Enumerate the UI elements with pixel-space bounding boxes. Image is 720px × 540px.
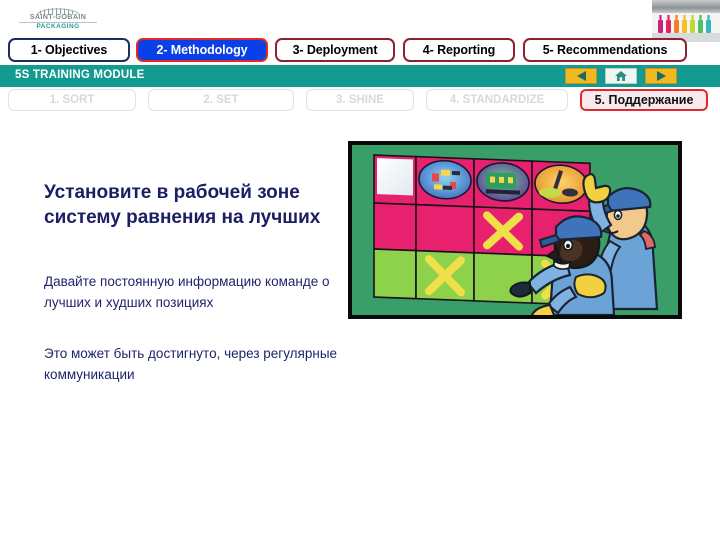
brand-logo: SAINT-GOBAIN PACKAGING	[10, 2, 106, 32]
arch-icon	[35, 3, 81, 15]
subtab-sustain[interactable]: 5. Поддержание	[580, 89, 708, 111]
module-title: 5S TRAINING MODULE	[15, 69, 145, 81]
tab-objectives[interactable]: 1- Objectives	[8, 38, 130, 62]
workers-at-scoreboard-illustration	[348, 141, 682, 319]
content-paragraph-2: Это может быть достигнуто, через регуляр…	[44, 346, 338, 382]
tab-recommendations[interactable]: 5- Recommendations	[523, 38, 687, 62]
subtab-standardize[interactable]: 4. STANDARDIZE	[426, 89, 568, 111]
subtab-set[interactable]: 2. SET	[148, 89, 294, 111]
content-heading: Установите в рабочей зоне систему равнен…	[44, 182, 321, 228]
subtab-shine[interactable]: 3. SHINE	[306, 89, 414, 111]
triangle-left-icon	[576, 71, 586, 81]
tab-reporting[interactable]: 4- Reporting	[403, 38, 515, 62]
triangle-right-icon	[656, 71, 666, 81]
subtab-sort[interactable]: 1. SORT	[8, 89, 136, 111]
tab-deployment[interactable]: 3- Deployment	[275, 38, 395, 62]
brand-sub: PACKAGING	[36, 23, 80, 31]
tab-methodology[interactable]: 2- Methodology	[136, 38, 268, 62]
home-icon	[615, 71, 627, 81]
sub-tab-bar: 1. SORT 2. SET 3. SHINE 4. STANDARDIZE 5…	[0, 89, 720, 113]
nav-home-button[interactable]	[605, 68, 637, 84]
main-tab-bar: 1- Objectives 2- Methodology 3- Deployme…	[0, 38, 720, 64]
content-paragraph-1: Давайте постоянную информацию команде о …	[44, 274, 330, 310]
nav-next-button[interactable]	[645, 68, 677, 84]
bottles-photo	[652, 0, 720, 42]
brand-name: SAINT-GOBAIN	[29, 12, 87, 21]
module-bar: 5S TRAINING MODULE	[0, 65, 720, 87]
nav-prev-button[interactable]	[565, 68, 597, 84]
